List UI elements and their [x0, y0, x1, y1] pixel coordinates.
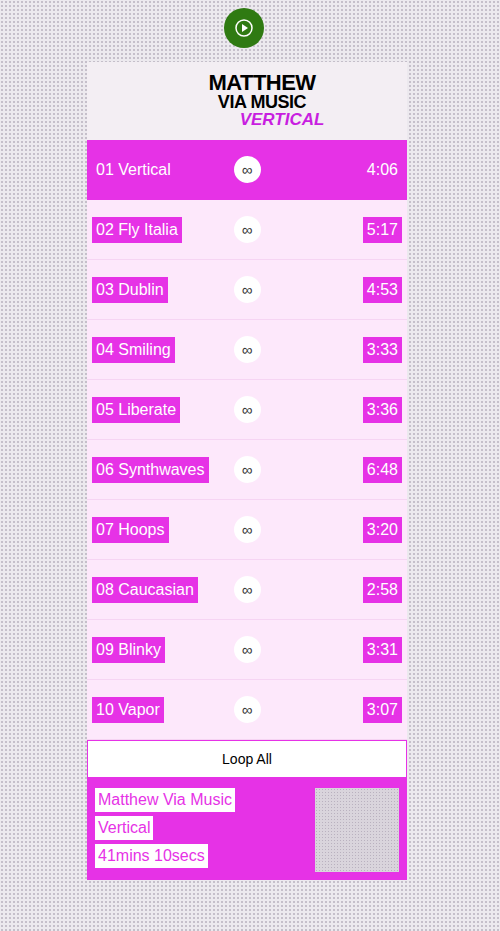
loop-button[interactable]: ∞ — [234, 696, 261, 723]
loop-all-button[interactable]: Loop All — [87, 740, 407, 778]
track-duration: 4:06 — [363, 157, 402, 183]
track-duration: 6:48 — [363, 457, 402, 483]
play-icon — [235, 19, 253, 37]
track-title: 08 Caucasian — [92, 577, 198, 603]
track-row[interactable]: 07 Hoops ∞ 3:20 — [87, 500, 407, 560]
track-title: 01 Vertical — [92, 157, 175, 183]
track-title: 05 Liberate — [92, 397, 180, 423]
track-row[interactable]: 01 Vertical ∞ 4:06 — [87, 140, 407, 200]
loop-button[interactable]: ∞ — [234, 516, 261, 543]
track-row[interactable]: 10 Vapor ∞ 3:07 — [87, 680, 407, 740]
track-row[interactable]: 09 Blinky ∞ 3:31 — [87, 620, 407, 680]
loop-button[interactable]: ∞ — [234, 396, 261, 423]
track-title: 03 Dublin — [92, 277, 168, 303]
loop-button[interactable]: ∞ — [234, 276, 261, 303]
footer-artist: Matthew Via Music — [95, 788, 235, 812]
track-title: 09 Blinky — [92, 637, 165, 663]
footer-album: Vertical — [95, 816, 153, 840]
track-list: 01 Vertical ∞ 4:06 02 Fly Italia ∞ 5:17 03 Dub… — [87, 140, 407, 740]
track-title: 04 Smiling — [92, 337, 175, 363]
loop-button[interactable]: ∞ — [234, 336, 261, 363]
track-title: 06 Synthwaves — [92, 457, 209, 483]
album-cover — [315, 788, 399, 872]
track-title: 02 Fly Italia — [92, 217, 182, 243]
album-header: MATTHEWVIA MUSICVERTICAL — [87, 62, 407, 140]
track-title: 10 Vapor — [92, 697, 164, 723]
loop-button[interactable]: ∞ — [234, 636, 261, 663]
track-row[interactable]: 04 Smiling ∞ 3:33 — [87, 320, 407, 380]
track-row[interactable]: 02 Fly Italia ∞ 5:17 — [87, 200, 407, 260]
play-button[interactable] — [224, 8, 264, 48]
track-duration: 2:58 — [363, 577, 402, 603]
logo-sub: VIA MUSIC — [218, 93, 306, 111]
loop-button[interactable]: ∞ — [234, 576, 261, 603]
track-row[interactable]: 08 Caucasian ∞ 2:58 — [87, 560, 407, 620]
track-duration: 3:31 — [363, 637, 402, 663]
track-duration: 3:07 — [363, 697, 402, 723]
track-row[interactable]: 05 Liberate ∞ 3:36 — [87, 380, 407, 440]
track-duration: 3:33 — [363, 337, 402, 363]
track-duration: 3:20 — [363, 517, 402, 543]
loop-button[interactable]: ∞ — [234, 456, 261, 483]
logo-album: VERTICAL — [240, 111, 325, 129]
footer-total: 41mins 10secs — [95, 844, 208, 868]
loop-button[interactable]: ∞ — [234, 156, 261, 183]
track-title: 07 Hoops — [92, 517, 169, 543]
track-row[interactable]: 03 Dublin ∞ 4:53 — [87, 260, 407, 320]
loop-button[interactable]: ∞ — [234, 216, 261, 243]
album-footer: Matthew Via Music Vertical 41mins 10secs — [87, 778, 407, 880]
track-duration: 4:53 — [363, 277, 402, 303]
logo-artist: MATTHEW — [209, 73, 316, 93]
track-duration: 3:36 — [363, 397, 402, 423]
track-duration: 5:17 — [363, 217, 402, 243]
playlist-panel: MATTHEWVIA MUSICVERTICAL 01 Vertical ∞ 4:06… — [87, 62, 407, 880]
page: MATTHEWVIA MUSICVERTICAL 01 Vertical ∞ 4:06… — [0, 0, 500, 931]
track-row[interactable]: 06 Synthwaves ∞ 6:48 — [87, 440, 407, 500]
